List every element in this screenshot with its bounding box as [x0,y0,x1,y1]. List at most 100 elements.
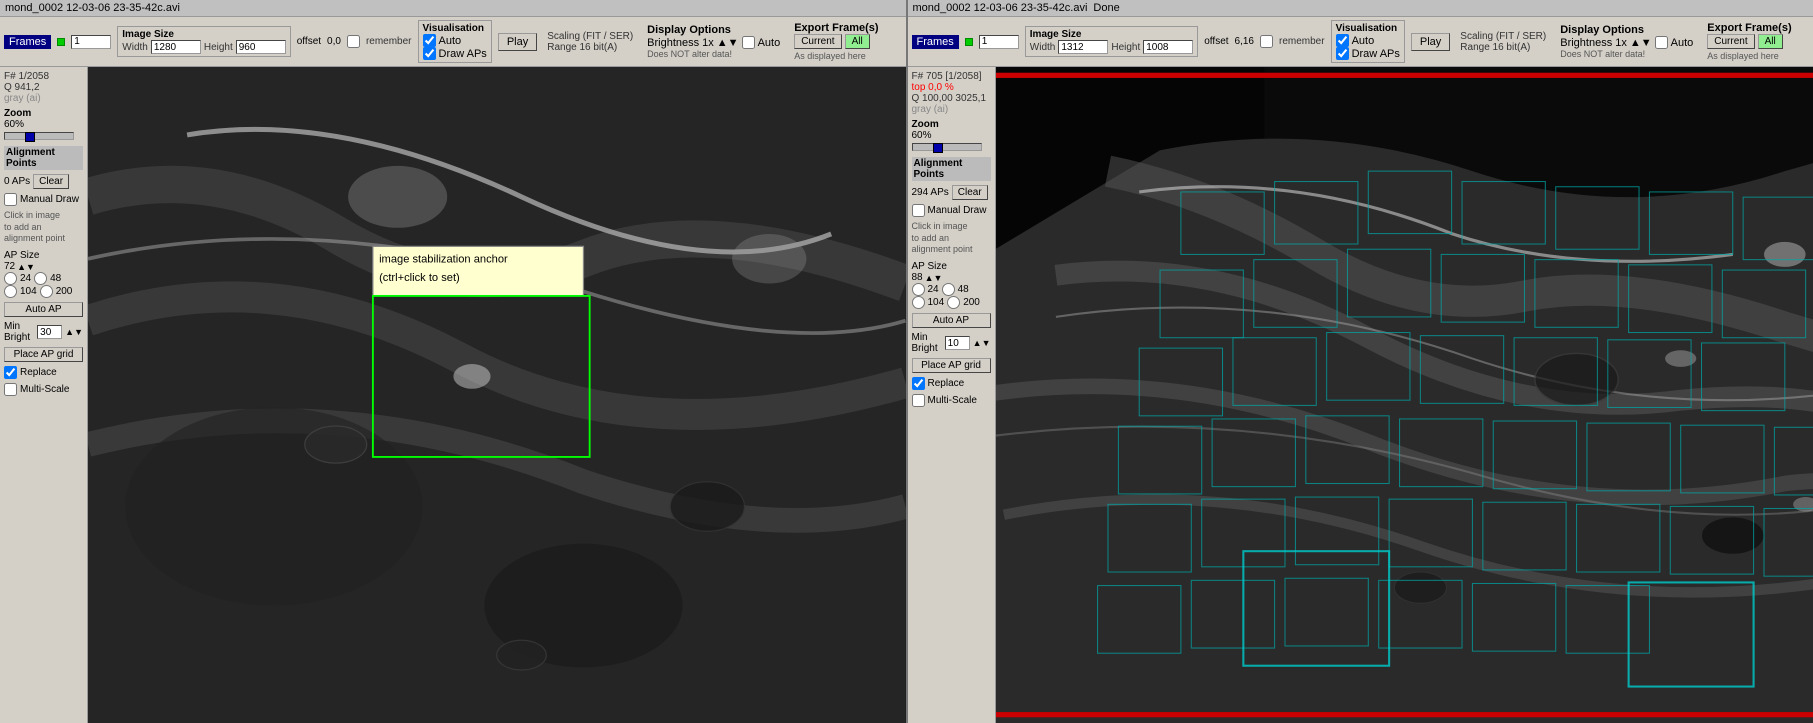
right-image-size-box: Image Size Width Height [1025,26,1198,57]
right-manual-draw-row: Manual Draw [912,204,991,217]
right-all-button[interactable]: All [1758,34,1783,49]
right-offset-label: offset [1204,36,1228,47]
left-zoom-section: Zoom 60% [4,108,83,142]
left-zoom-slider[interactable] [4,132,74,140]
left-manual-draw-checkbox[interactable] [4,193,17,206]
right-radio-200[interactable] [947,296,960,309]
left-moon-image: image stabilization anchor (ctrl+click t… [88,67,906,723]
left-remember-checkbox[interactable] [347,35,360,48]
right-auto-label: Auto [1352,35,1375,47]
right-frame-number-input[interactable] [979,35,1019,49]
right-min-bright-arrows[interactable]: ▲▼ [973,338,991,348]
left-radio-row2: 104 200 [4,285,83,298]
left-ap-size-arrows[interactable]: ▲▼ [17,262,35,272]
right-moon-image [996,67,1813,723]
right-image-viewport[interactable] [996,67,1813,723]
right-auto-ap-button[interactable]: Auto AP [912,313,991,328]
left-min-bright-label: Min Bright [4,321,34,343]
right-place-ap-grid-button[interactable]: Place AP grid [912,358,991,373]
left-ap-section-title: Alignment Points [4,146,83,170]
left-replace-label: Replace [20,367,57,378]
right-zoom-section: Zoom 60% [912,119,991,153]
right-replace-checkbox[interactable] [912,377,925,390]
right-frames-label: Frames [912,35,959,49]
left-all-button[interactable]: All [845,34,870,49]
right-radio-48[interactable] [942,283,955,296]
left-frame-number-input[interactable] [71,35,111,49]
svg-text:image stabilization anchor: image stabilization anchor [379,253,508,265]
right-remember-checkbox[interactable] [1260,35,1273,48]
left-brightness-arrows[interactable]: ▲▼ [717,37,739,49]
right-brightness-auto-checkbox[interactable] [1655,36,1668,49]
right-manual-draw-label: Manual Draw [928,205,987,216]
right-replace-label: Replace [928,378,965,389]
right-radio-24[interactable] [912,283,925,296]
left-draw-aps-checkbox[interactable] [423,47,436,60]
left-min-bright-input[interactable] [37,325,62,339]
left-place-ap-grid-button[interactable]: Place AP grid [4,347,83,362]
right-q-value: Q 100,00 3025,1 [912,93,991,104]
right-radio-200-label: 200 [963,297,980,308]
left-auto-row: Auto [423,34,487,47]
left-ap-size-section: AP Size 72 ▲▼ 24 48 104 200 [4,249,83,298]
right-remember-label: remember [1279,36,1325,47]
left-zoom-thumb[interactable] [25,132,35,142]
right-zoom-slider[interactable] [912,143,982,151]
right-height-input[interactable] [1143,40,1193,54]
right-zoom-label: Zoom [912,119,991,130]
right-frames-indicator [965,38,973,46]
left-export-box: Export Frame(s) Current All As displayed… [790,20,882,63]
left-multiscale-checkbox[interactable] [4,383,17,396]
right-ap-size-value: 88 [912,272,923,283]
right-main-content: F# 705 [1/2058] top 0,0 % Q 100,00 3025,… [908,67,1813,723]
right-zoom-thumb[interactable] [933,143,943,153]
right-title: mond_0002 12-03-06 23-35-42c.avi [913,2,1088,14]
right-ap-size-arrows[interactable]: ▲▼ [925,273,943,283]
left-frame-number: F# 1/2058 [4,71,83,82]
left-manual-draw-row: Manual Draw [4,193,83,206]
right-vis-label: Visualisation [1336,23,1400,34]
left-clear-button[interactable]: Clear [33,174,69,189]
right-radio-104[interactable] [912,296,925,309]
left-brightness-auto-checkbox[interactable] [742,36,755,49]
left-frames-indicator [57,38,65,46]
right-play-button[interactable]: Play [1411,33,1450,51]
right-draw-aps-checkbox[interactable] [1336,47,1349,60]
left-brightness-auto-label: Auto [758,37,781,49]
left-radio-48[interactable] [34,272,47,285]
right-width-input[interactable] [1058,40,1108,54]
right-min-bright-input[interactable] [945,336,970,350]
right-frame-number: F# 705 [1/2058] [912,71,991,82]
left-radio-24[interactable] [4,272,17,285]
right-zoom-percent: 60% [912,130,991,141]
right-manual-draw-checkbox[interactable] [912,204,925,217]
right-brightness-arrows[interactable]: ▲▼ [1630,37,1652,49]
left-min-bright-arrows[interactable]: ▲▼ [65,327,83,337]
right-color-label: gray (ai) [912,104,991,115]
right-panel: mond_0002 12-03-06 23-35-42c.avi Done Fr… [908,0,1813,723]
left-scaling-box: Scaling (FIT / SER) Range 16 bit(A) [543,29,637,55]
left-q-value: Q 941,2 [4,82,83,93]
left-radio-104[interactable] [4,285,17,298]
right-brightness-label: Brightness [1560,37,1612,49]
left-auto-checkbox[interactable] [423,34,436,47]
right-ap-size-label: AP Size [912,261,947,272]
right-ap-size-section: AP Size 88 ▲▼ 24 48 104 200 [912,260,991,309]
right-height-label: Height [1111,42,1140,53]
right-multiscale-checkbox[interactable] [912,394,925,407]
left-width-input[interactable] [151,40,201,54]
left-current-button[interactable]: Current [794,34,841,49]
left-does-not-alter: Does NOT alter data! [647,49,780,59]
left-height-input[interactable] [236,40,286,54]
left-replace-checkbox[interactable] [4,366,17,379]
left-radio-200[interactable] [40,285,53,298]
left-image-viewport[interactable]: image stabilization anchor (ctrl+click t… [88,67,906,723]
left-auto-ap-button[interactable]: Auto AP [4,302,83,317]
right-auto-checkbox[interactable] [1336,34,1349,47]
left-remember-label: remember [366,36,412,47]
right-width-label: Width [1030,42,1056,53]
right-current-button[interactable]: Current [1707,34,1754,49]
left-play-button[interactable]: Play [498,33,537,51]
right-scaling-box: Scaling (FIT / SER) Range 16 bit(A) [1456,29,1550,55]
right-clear-button[interactable]: Clear [952,185,988,200]
